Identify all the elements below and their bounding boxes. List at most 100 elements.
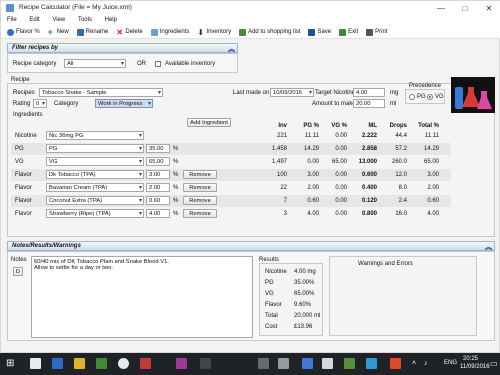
download-icon: ⬇ <box>197 27 205 37</box>
menu-edit[interactable]: Edit <box>23 15 44 23</box>
vg-value: 0.00 <box>335 185 347 191</box>
app-icon[interactable] <box>96 358 107 369</box>
menu-view[interactable]: View <box>46 15 70 23</box>
print-button[interactable]: Print <box>363 26 390 38</box>
percent-input[interactable]: 65.00 <box>146 157 170 166</box>
app-icon[interactable] <box>302 358 313 369</box>
app-icon[interactable] <box>52 358 63 369</box>
target-nicotine-input[interactable]: 4.00 <box>353 88 385 97</box>
menu-tools[interactable]: Tools <box>72 15 97 23</box>
add-ingredient-button[interactable]: Add Ingredient <box>187 118 231 127</box>
pg-value: 4.00 <box>307 211 319 217</box>
total-percent-header: Total % <box>418 123 439 129</box>
delete-button[interactable]: ✕ Delete <box>113 26 145 38</box>
windows-start-icon[interactable]: ⊞ <box>6 358 17 369</box>
percent-input[interactable]: 35.00 <box>146 144 170 153</box>
notifications-icon[interactable]: ▭ <box>490 359 498 368</box>
ingredient-type: Nicotine <box>15 133 37 139</box>
total-value: 3.00 <box>427 172 439 178</box>
remove-button[interactable]: Remove <box>183 170 217 179</box>
result-label: VG <box>265 291 274 297</box>
inv-value: 1,458 <box>271 146 287 152</box>
pg-value: 3.00 <box>307 172 319 178</box>
exit-button[interactable]: Exit <box>336 26 361 38</box>
add-to-shopping-list-button[interactable]: Add to shopping list <box>236 26 303 38</box>
notes-panel-header: Notes/Results/Warnings ︽ <box>7 241 495 251</box>
ingredient-type: Flavor <box>15 211 32 217</box>
ingredient-select[interactable]: Dk Tobacco (TPA) <box>46 170 144 179</box>
menu-help[interactable]: Help <box>99 15 122 23</box>
app-icon[interactable] <box>140 358 151 369</box>
recipe-category-select[interactable]: All <box>64 59 126 68</box>
percent-unit: % <box>173 146 179 152</box>
remove-button[interactable]: Remove <box>183 196 217 205</box>
folder-icon[interactable] <box>74 358 85 369</box>
amount-to-make-input[interactable]: 20.00 <box>353 99 385 108</box>
notes-line: Allow to settle for a day or two. <box>34 265 113 271</box>
percent-input[interactable]: 4.00 <box>146 209 170 218</box>
recipe-calculator-icon[interactable] <box>176 358 187 369</box>
minimize-button[interactable]: — <box>429 1 453 15</box>
drops-value: 8.0 <box>398 185 407 191</box>
pg-value: 11.11 <box>304 133 319 139</box>
rating-label: Rating <box>13 101 31 107</box>
notes-textarea[interactable]: 60/40 mix of DK Tobacco Plain and Snake … <box>31 256 253 338</box>
ingredient-type: Flavor <box>15 185 32 191</box>
inv-value: 3 <box>283 211 287 217</box>
ingredient-select[interactable]: Nic 36mg PG <box>46 131 144 140</box>
percent-input[interactable]: 2.00 <box>146 183 170 192</box>
pg-value: 0.00 <box>307 159 319 165</box>
ingredient-select[interactable]: Strawberry (Ripe) (TPA) <box>46 209 144 218</box>
percent-input[interactable]: 3.00 <box>146 170 170 179</box>
browser-icon[interactable] <box>118 358 129 369</box>
vg-radio[interactable] <box>427 94 433 100</box>
last-made-date[interactable]: 10/09/2016 <box>270 88 314 97</box>
last-made-label: Last made on <box>233 90 270 96</box>
flavor-percent-button[interactable]: Flavor % <box>4 26 43 38</box>
remove-button[interactable]: Remove <box>183 183 217 192</box>
shopping-icon <box>239 28 247 36</box>
ingredient-select[interactable]: VG <box>46 157 144 166</box>
new-button[interactable]: + New <box>45 26 72 38</box>
tray-chevron-icon[interactable]: ˄ <box>412 360 416 367</box>
ingredients-icon <box>150 28 158 36</box>
date-stamp-button[interactable]: D <box>13 267 23 276</box>
inv-value: 100 <box>276 172 287 178</box>
pg-value: 2.00 <box>307 185 319 191</box>
target-nicotine-label: Target Nicotine <box>315 90 356 96</box>
recipe-category-label: Recipe category <box>13 61 57 67</box>
calculator-icon[interactable] <box>30 358 41 369</box>
category-select[interactable]: Work in Progress <box>95 99 153 108</box>
percent-input[interactable]: 0.60 <box>146 196 170 205</box>
precedence-group: PG VG <box>405 89 445 104</box>
available-inventory-checkbox[interactable] <box>155 61 161 67</box>
app-icon[interactable] <box>390 358 401 369</box>
remove-button[interactable]: Remove <box>183 209 217 218</box>
warnings-box: Warnings and Errors <box>329 256 477 336</box>
ingredient-select[interactable]: Bavarian Cream (TPA) <box>46 183 144 192</box>
rating-select[interactable]: 0 <box>33 99 47 108</box>
flavor-icon <box>7 28 14 36</box>
ingredient-select[interactable]: Coconut Extra (TPA) <box>46 196 144 205</box>
ingredients-button[interactable]: Ingredients <box>148 26 193 38</box>
close-button[interactable]: ✕ <box>477 1 500 15</box>
app-icon[interactable] <box>366 358 377 369</box>
app-icon[interactable] <box>344 358 355 369</box>
ingredient-row: Flavor Strawberry (Ripe) (TPA) 4.00 % Re… <box>11 208 451 220</box>
app-icon[interactable] <box>322 358 333 369</box>
recipe-select[interactable]: Tobacco Snake - Sample <box>39 88 163 97</box>
amount-to-make-label: Amount to make <box>312 101 356 107</box>
maximize-button[interactable]: □ <box>453 1 477 15</box>
inventory-button[interactable]: ⬇ Inventory <box>194 26 234 38</box>
language-indicator[interactable]: ENG <box>444 360 457 366</box>
nicotine-unit-label: mg <box>390 90 399 96</box>
volume-icon[interactable]: ♪ <box>424 360 428 367</box>
pg-radio[interactable] <box>409 94 415 100</box>
save-button[interactable]: Save <box>305 26 334 38</box>
app-icon[interactable] <box>258 358 269 369</box>
app-icon[interactable] <box>200 358 211 369</box>
ingredient-select[interactable]: PG <box>46 144 144 153</box>
rename-button[interactable]: Rename <box>74 26 112 38</box>
menu-file[interactable]: File <box>1 15 22 23</box>
app-icon[interactable] <box>278 358 289 369</box>
